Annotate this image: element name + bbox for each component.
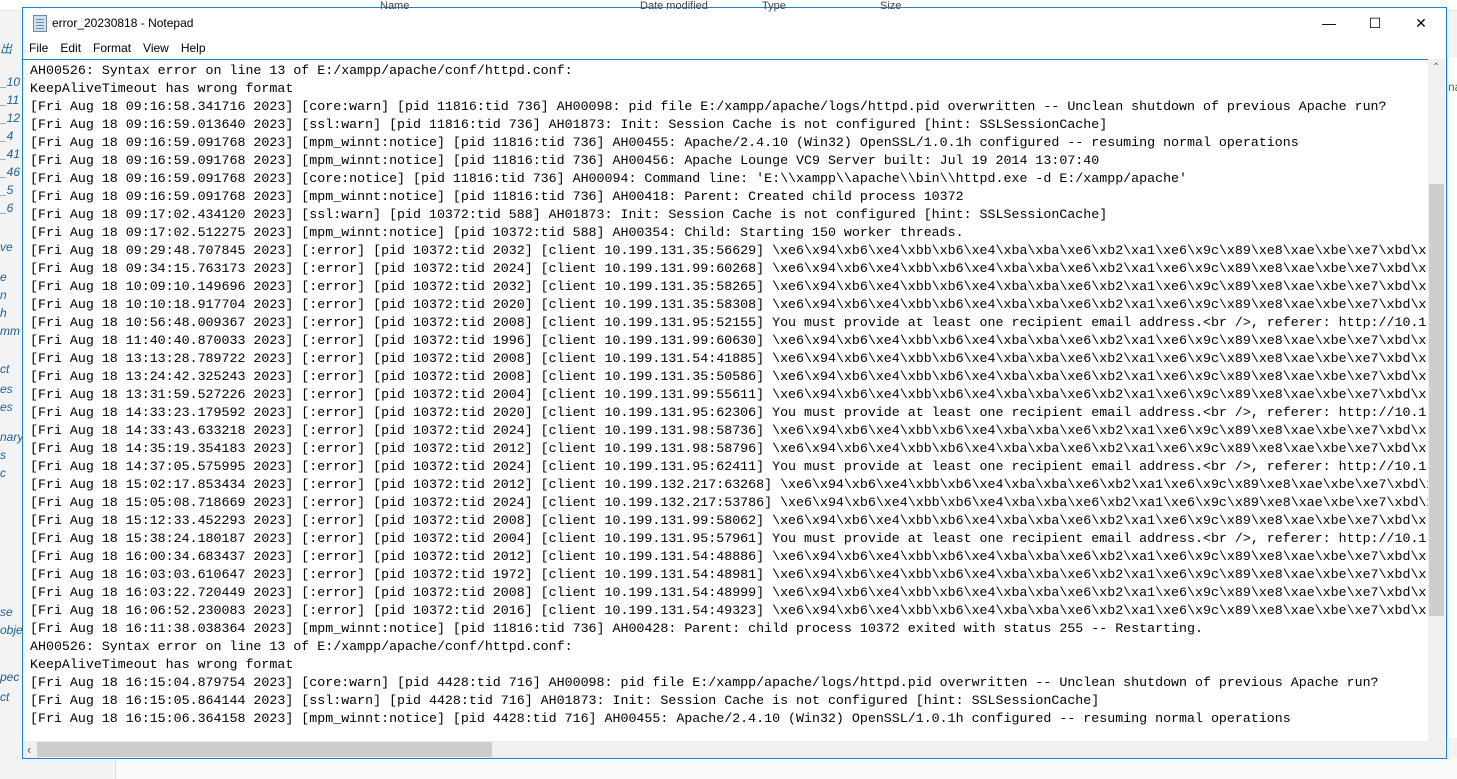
log-line: [Fri Aug 18 10:10:18.917704 2023] [:erro… <box>30 297 1427 312</box>
log-line: [Fri Aug 18 14:35:19.354183 2023] [:erro… <box>30 441 1427 456</box>
background-fragment: _12 <box>0 111 21 125</box>
background-fragment: mm <box>0 324 20 338</box>
background-fragment: es <box>0 382 13 396</box>
title-bar[interactable]: error_20230818 - Notepad — ☐ ✕ <box>23 8 1446 38</box>
background-fragment: es <box>0 400 13 414</box>
editor-lines: AH00526: Syntax error on line 13 of E:/x… <box>30 62 1428 728</box>
background-fragment: ct <box>0 362 10 376</box>
close-button[interactable]: ✕ <box>1398 8 1444 38</box>
vertical-scrollbar[interactable]: ⌃ <box>1428 59 1445 741</box>
log-line: [Fri Aug 18 09:16:58.341716 2023] [core:… <box>30 99 1387 114</box>
log-line: [Fri Aug 18 09:16:59.091768 2023] [core:… <box>30 171 1188 186</box>
menu-view[interactable]: View <box>137 38 175 59</box>
log-line: [Fri Aug 18 15:02:17.853434 2023] [:erro… <box>30 477 1428 492</box>
explorer-background-bottom <box>115 758 1457 779</box>
log-line: [Fri Aug 18 16:15:04.879754 2023] [core:… <box>30 675 1379 690</box>
log-line: [Fri Aug 18 14:33:23.179592 2023] [:erro… <box>30 405 1427 420</box>
minimize-icon: — <box>1322 15 1336 31</box>
background-fragment: 出 <box>0 42 13 56</box>
column-size[interactable]: Size <box>880 0 901 13</box>
background-fragment: pec <box>0 670 20 684</box>
column-name[interactable]: Name <box>380 0 409 13</box>
log-line: [Fri Aug 18 10:09:10.149696 2023] [:erro… <box>30 279 1427 294</box>
background-fragment: _5 <box>0 183 14 197</box>
maximize-icon: ☐ <box>1368 14 1382 31</box>
background-fragment: obje <box>0 623 22 637</box>
log-line: [Fri Aug 18 09:34:15.763173 2023] [:erro… <box>30 261 1427 276</box>
explorer-background-right: na <box>1447 58 1457 738</box>
background-fragment: n <box>0 288 7 302</box>
explorer-background-left: 出 _10 _11 _12 _4 _41 _46 _5 _6ve e n h mm ct es es nary s… <box>0 30 22 750</box>
menu-file[interactable]: File <box>23 38 54 59</box>
log-line: [Fri Aug 18 16:03:22.720449 2023] [:erro… <box>30 585 1427 600</box>
log-line: [Fri Aug 18 13:31:59.527226 2023] [:erro… <box>30 387 1427 402</box>
background-fragment: h <box>0 306 7 320</box>
notepad-icon <box>33 15 47 32</box>
log-line: AH00526: Syntax error on line 13 of E:/x… <box>30 639 573 654</box>
log-line: [Fri Aug 18 09:29:48.707845 2023] [:erro… <box>30 243 1427 258</box>
background-fragment: _6 <box>0 201 14 215</box>
log-line: [Fri Aug 18 16:00:34.683437 2023] [:erro… <box>30 549 1427 564</box>
log-line: [Fri Aug 18 16:06:52.230083 2023] [:erro… <box>30 603 1427 618</box>
log-line: [Fri Aug 18 13:24:42.325243 2023] [:erro… <box>30 369 1427 384</box>
log-line: KeepAliveTimeout has wrong format <box>30 657 294 672</box>
background-fragment: e <box>0 270 7 284</box>
menu-edit[interactable]: Edit <box>54 38 87 59</box>
log-line: [Fri Aug 18 09:16:59.091768 2023] [mpm_w… <box>30 153 1100 168</box>
log-line: [Fri Aug 18 09:16:59.091768 2023] [mpm_w… <box>30 135 1299 150</box>
vertical-scroll-thumb[interactable] <box>1429 184 1444 616</box>
horizontal-scroll-thumb[interactable] <box>37 742 492 757</box>
log-line: [Fri Aug 18 15:38:24.180187 2023] [:erro… <box>30 531 1427 546</box>
background-fragment: _46 <box>0 165 21 179</box>
log-line: [Fri Aug 18 09:17:02.434120 2023] [ssl:w… <box>30 207 1108 222</box>
log-line: [Fri Aug 18 14:33:43.633218 2023] [:erro… <box>30 423 1427 438</box>
background-fragment: s <box>0 448 6 462</box>
background-fragment: _4 <box>0 129 14 143</box>
background-fragment: _11 <box>0 93 20 107</box>
log-line: [Fri Aug 18 15:05:08.718669 2023] [:erro… <box>30 495 1428 510</box>
maximize-button[interactable]: ☐ <box>1352 8 1398 38</box>
text-editor[interactable]: AH00526: Syntax error on line 13 of E:/x… <box>23 59 1428 742</box>
log-line: [Fri Aug 18 14:37:05.575995 2023] [:erro… <box>30 459 1427 474</box>
background-fragment: ct <box>0 690 10 704</box>
log-line: [Fri Aug 18 16:15:06.364158 2023] [mpm_w… <box>30 711 1291 726</box>
log-line: [Fri Aug 18 16:03:03.610647 2023] [:erro… <box>30 567 1427 582</box>
log-line: [Fri Aug 18 09:17:02.512275 2023] [mpm_w… <box>30 225 964 240</box>
notepad-window: error_20230818 - Notepad — ☐ ✕ File Edit… <box>22 7 1447 759</box>
background-fragment: _41 <box>0 147 21 161</box>
background-fragment: se <box>0 605 13 619</box>
menu-help[interactable]: Help <box>175 38 212 59</box>
scrollbar-corner <box>1428 741 1445 758</box>
background-fragment: nary <box>0 430 22 444</box>
log-line: [Fri Aug 18 10:56:48.009367 2023] [:erro… <box>30 315 1427 330</box>
close-icon: ✕ <box>1415 14 1427 31</box>
log-line: [Fri Aug 18 15:12:33.452293 2023] [:erro… <box>30 513 1427 528</box>
log-line: [Fri Aug 18 16:15:05.864144 2023] [ssl:w… <box>30 693 1100 708</box>
column-date-modified[interactable]: Date modified <box>640 0 708 13</box>
log-line: [Fri Aug 18 13:13:28.789722 2023] [:erro… <box>30 351 1427 366</box>
log-line: [Fri Aug 18 11:40:40.870033 2023] [:erro… <box>30 333 1427 348</box>
horizontal-scrollbar[interactable]: ‹ <box>23 741 1428 758</box>
log-line: AH00526: Syntax error on line 13 of E:/x… <box>30 63 573 78</box>
log-line: [Fri Aug 18 09:16:59.091768 2023] [mpm_w… <box>30 189 964 204</box>
background-fragment: na <box>1448 80 1457 94</box>
log-line: [Fri Aug 18 09:16:59.013640 2023] [ssl:w… <box>30 117 1108 132</box>
scroll-left-icon[interactable]: ‹ <box>27 742 31 757</box>
log-line: KeepAliveTimeout has wrong format <box>30 81 294 96</box>
minimize-button[interactable]: — <box>1306 8 1352 38</box>
background-fragment: c <box>0 466 6 480</box>
menu-bar: File Edit Format View Help <box>23 38 1446 59</box>
background-fragment: _10 <box>0 75 21 89</box>
menu-format[interactable]: Format <box>87 38 137 59</box>
window-title: error_20230818 - Notepad <box>52 16 194 30</box>
log-line: [Fri Aug 18 16:11:38.038364 2023] [mpm_w… <box>30 621 1203 636</box>
column-type[interactable]: Type <box>762 0 786 13</box>
background-fragment: ve <box>0 240 13 254</box>
scroll-up-icon[interactable]: ⌃ <box>1432 62 1440 73</box>
